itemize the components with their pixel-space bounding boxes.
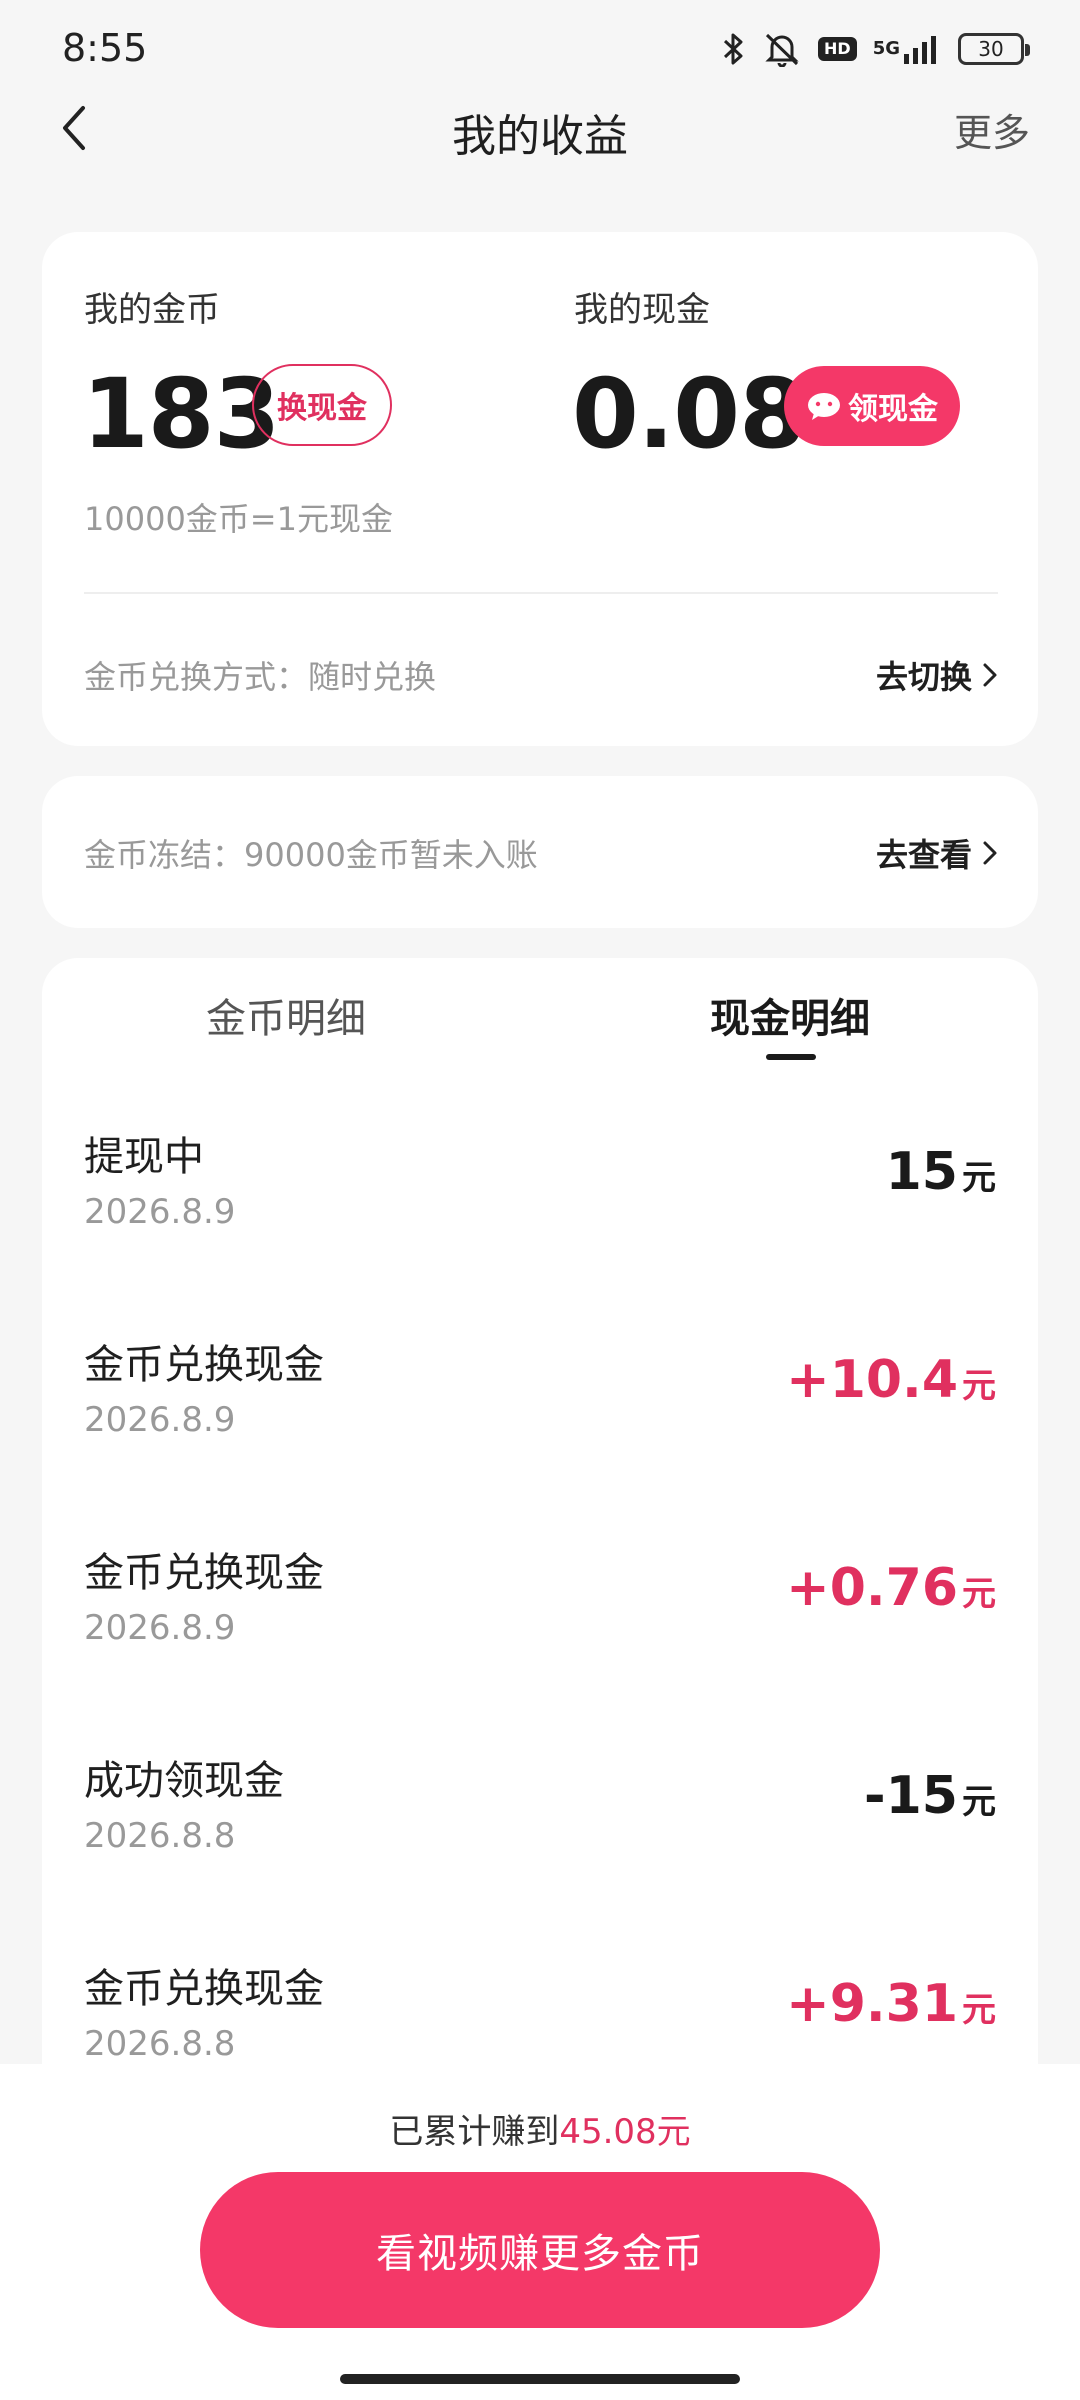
record-amount: +10.4 元 xyxy=(786,1350,996,1410)
record-title: 成功领现金 xyxy=(84,1758,284,1804)
chevron-right-icon xyxy=(983,841,997,865)
switch-mode-label: 去切换 xyxy=(875,658,972,696)
record-amount-value: -15 xyxy=(864,1766,958,1826)
record-amount-unit: 元 xyxy=(962,1782,996,1822)
record-title: 金币兑换现金 xyxy=(84,1342,324,1388)
active-tab-indicator xyxy=(766,1054,816,1060)
record-title: 金币兑换现金 xyxy=(84,1550,324,1596)
battery-icon: 30 xyxy=(958,33,1030,65)
total-earned: 已累计赚到45.08元 xyxy=(0,2104,1080,2153)
divider xyxy=(84,592,998,594)
wechat-icon xyxy=(808,393,840,420)
record-amount-value: +10.4 xyxy=(786,1350,958,1410)
record-amount: -15 元 xyxy=(864,1766,996,1826)
status-bar: 8:55 HD 5G 30 xyxy=(0,0,1080,100)
record-amount-value: +9.31 xyxy=(786,1974,958,2034)
signal-icon: 5G xyxy=(873,34,942,64)
record-amount: +9.31 元 xyxy=(786,1974,996,2034)
frozen-coins-text: 金币冻结：90000金币暂未入账 xyxy=(84,836,538,874)
record-date: 2026.8.8 xyxy=(84,2024,236,2064)
battery-level: 30 xyxy=(978,37,1004,61)
mute-bell-icon xyxy=(762,31,802,67)
cash-label: 我的现金 xyxy=(574,290,710,330)
record-amount-value: +0.76 xyxy=(786,1558,958,1618)
cash-balance: 0.08 xyxy=(572,358,806,470)
total-earned-value: 45.08元 xyxy=(559,2112,691,2152)
network-type: 5G xyxy=(872,38,900,59)
page-header: 我的收益 更多 xyxy=(0,90,1080,164)
bottom-panel: 已累计赚到45.08元 看视频赚更多金币 xyxy=(0,2064,1080,2400)
bluetooth-icon xyxy=(722,32,746,66)
record-title: 提现中 xyxy=(84,1134,204,1180)
exchange-rate-note: 10000金币=1元现金 xyxy=(84,500,393,538)
status-icons: HD 5G 30 xyxy=(722,26,1030,72)
balance-card: 我的金币 183 换现金 我的现金 0.08 领现金 10000金币=1元现金 … xyxy=(42,232,1038,746)
record-amount-unit: 元 xyxy=(962,1366,996,1406)
exchange-mode-text: 金币兑换方式：随时兑换 xyxy=(84,658,437,696)
record-date: 2026.8.9 xyxy=(84,1608,236,1648)
hd-badge: HD xyxy=(818,37,857,61)
tab-coin-detail[interactable]: 金币明细 xyxy=(136,986,436,1044)
more-button[interactable]: 更多 xyxy=(954,102,1030,157)
coin-label: 我的金币 xyxy=(84,290,220,330)
record-amount-unit: 元 xyxy=(962,1574,996,1614)
switch-mode-link[interactable]: 去切换 xyxy=(876,652,998,698)
withdraw-cash-button[interactable]: 领现金 xyxy=(784,366,960,446)
status-time: 8:55 xyxy=(62,26,148,70)
watch-video-earn-button[interactable]: 看视频赚更多金币 xyxy=(200,2172,880,2328)
record-amount: +0.76 元 xyxy=(786,1558,996,1618)
home-indicator[interactable] xyxy=(340,2374,740,2384)
record-date: 2026.8.9 xyxy=(84,1192,236,1232)
withdraw-cash-label: 领现金 xyxy=(848,392,938,427)
list-item: 提现中 2026.8.9 15 元 xyxy=(42,1114,1038,1322)
total-earned-label: 已累计赚到 xyxy=(389,2112,560,2152)
record-amount: 15 元 xyxy=(886,1142,996,1202)
list-item: 金币兑换现金 2026.8.9 +10.4 元 xyxy=(42,1322,1038,1530)
tab-cash-detail[interactable]: 现金明细 xyxy=(640,986,940,1044)
list-item: 金币兑换现金 2026.8.9 +0.76 元 xyxy=(42,1530,1038,1738)
exchange-cash-button[interactable]: 换现金 xyxy=(252,364,392,446)
view-frozen-link[interactable]: 去查看 xyxy=(876,830,998,876)
record-date: 2026.8.9 xyxy=(84,1400,236,1440)
coin-balance: 183 xyxy=(82,358,280,470)
record-amount-unit: 元 xyxy=(962,1158,996,1198)
list-item: 成功领现金 2026.8.8 -15 元 xyxy=(42,1738,1038,1946)
record-amount-unit: 元 xyxy=(962,1990,996,2030)
record-date: 2026.8.8 xyxy=(84,1816,236,1856)
view-frozen-label: 去查看 xyxy=(875,836,972,874)
frozen-coins-card: 金币冻结：90000金币暂未入账 去查看 xyxy=(42,776,1038,928)
page-title: 我的收益 xyxy=(452,111,628,162)
record-title: 金币兑换现金 xyxy=(84,1966,324,2012)
record-amount-value: 15 xyxy=(885,1142,958,1202)
chevron-right-icon xyxy=(983,663,997,687)
